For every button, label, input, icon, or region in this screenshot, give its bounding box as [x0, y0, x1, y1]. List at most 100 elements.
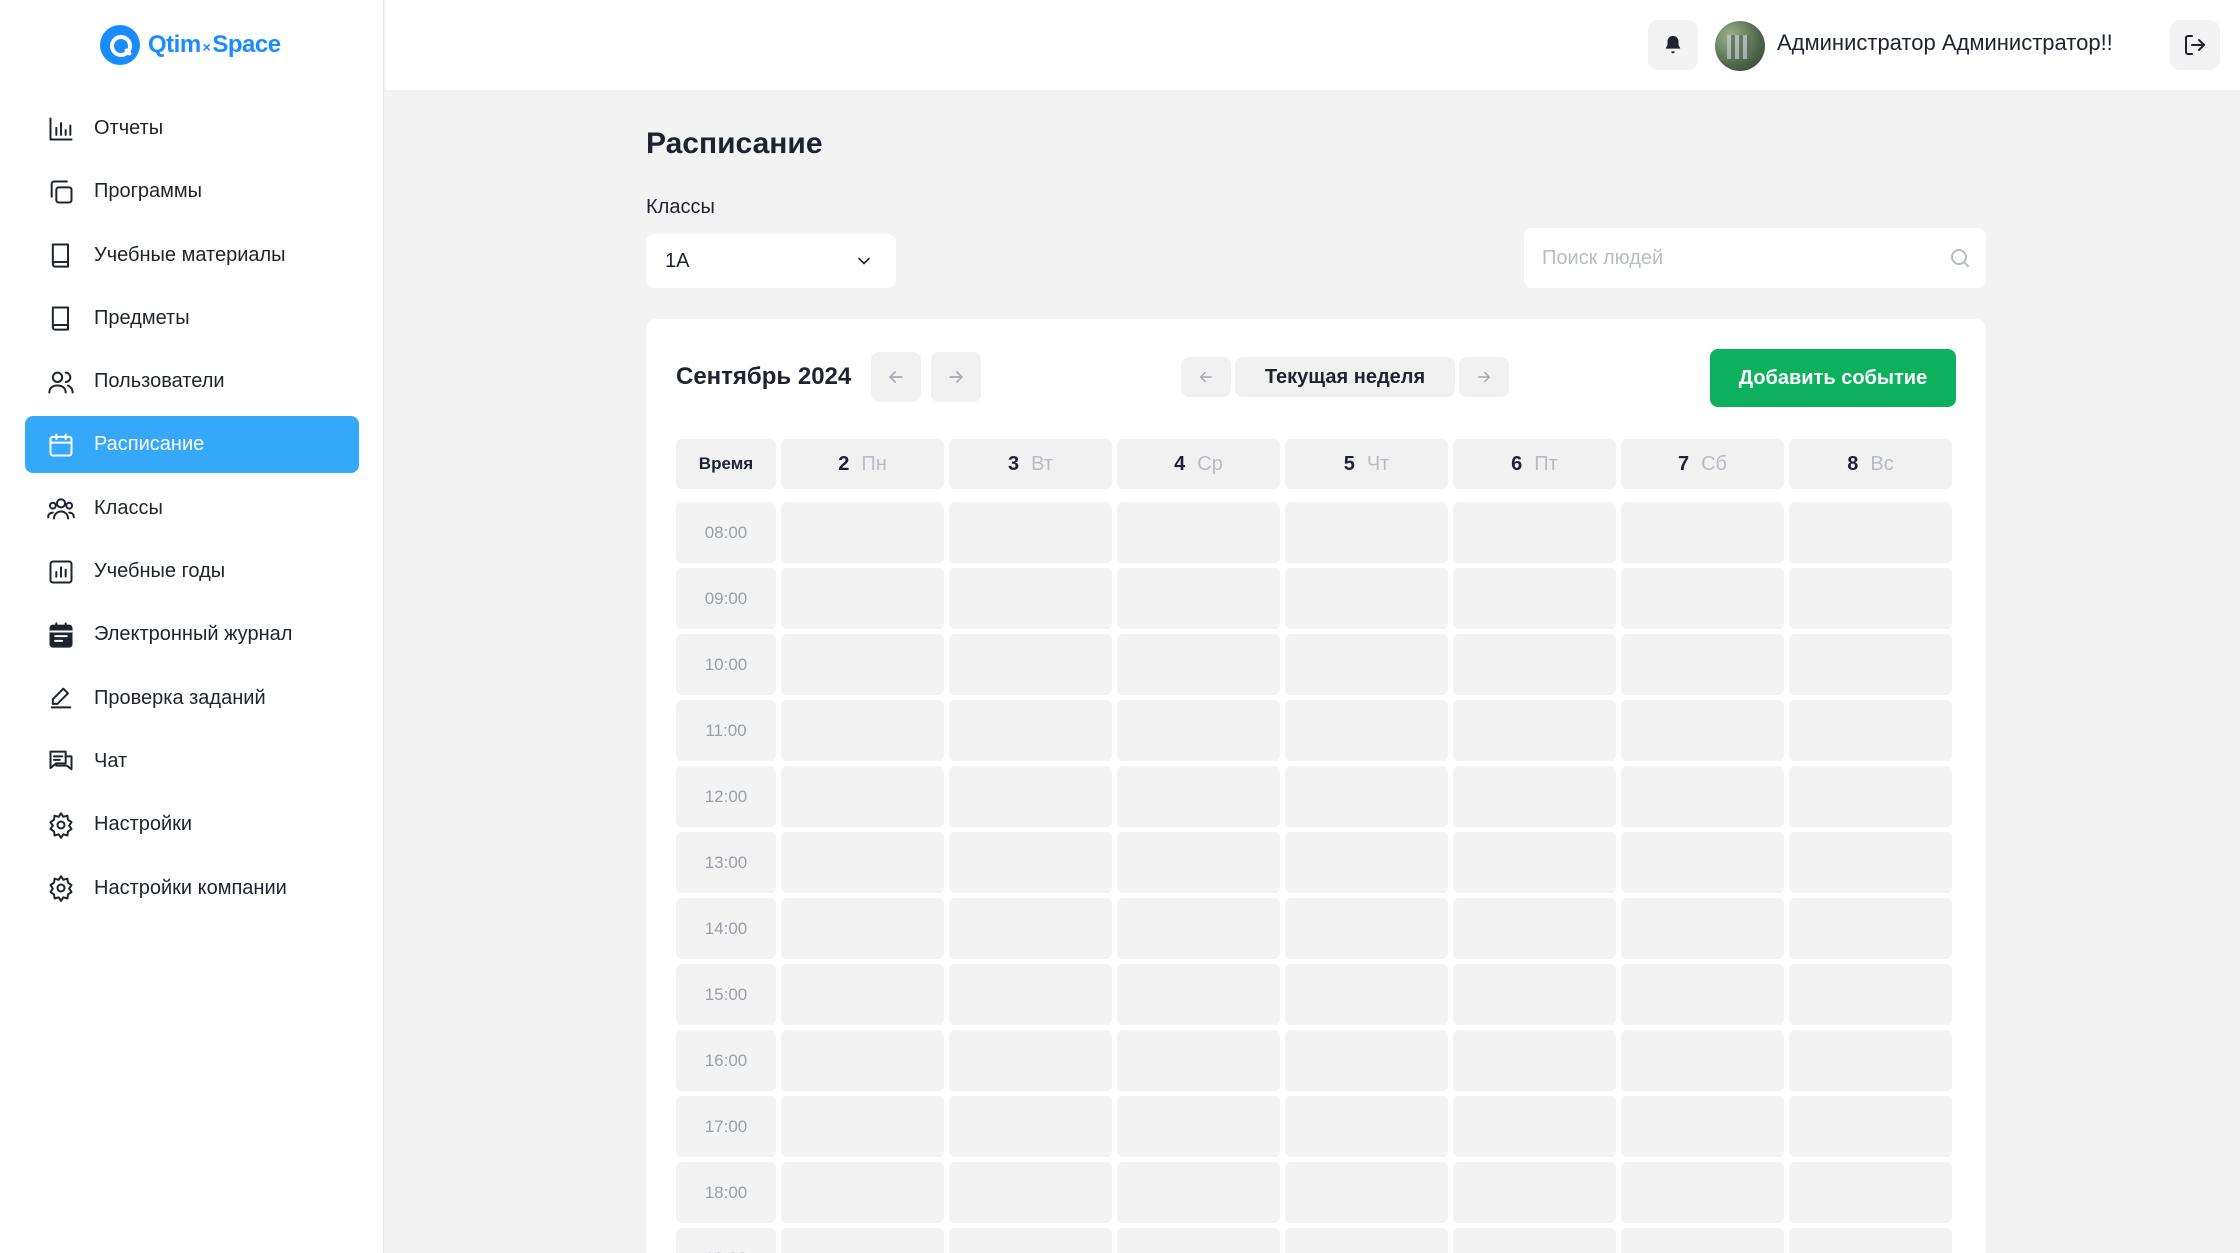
schedule-cell[interactable] [1453, 568, 1616, 629]
schedule-cell[interactable] [1789, 700, 1952, 761]
schedule-cell[interactable] [781, 832, 944, 893]
day-header[interactable]: 2 Пн [781, 439, 944, 489]
schedule-cell[interactable] [1621, 502, 1784, 563]
schedule-cell[interactable] [1285, 1030, 1448, 1091]
sidebar-item[interactable]: Классы [25, 480, 359, 537]
schedule-cell[interactable] [1621, 1228, 1784, 1253]
prev-month-button[interactable] [871, 352, 921, 402]
sidebar-item[interactable]: Отчеты [25, 100, 359, 157]
day-header[interactable]: 4 Ср [1117, 439, 1280, 489]
schedule-cell[interactable] [1285, 502, 1448, 563]
schedule-cell[interactable] [1789, 502, 1952, 563]
day-header[interactable]: 3 Вт [949, 439, 1112, 489]
schedule-cell[interactable] [1117, 964, 1280, 1025]
schedule-cell[interactable] [1789, 964, 1952, 1025]
add-event-button[interactable]: Добавить событие [1710, 349, 1956, 407]
schedule-cell[interactable] [781, 568, 944, 629]
schedule-cell[interactable] [1285, 1228, 1448, 1253]
sidebar-item[interactable]: Учебные материалы [25, 227, 359, 284]
sidebar-item[interactable]: Программы [25, 163, 359, 220]
schedule-cell[interactable] [1285, 700, 1448, 761]
schedule-cell[interactable] [1453, 1030, 1616, 1091]
schedule-cell[interactable] [781, 898, 944, 959]
schedule-cell[interactable] [1285, 964, 1448, 1025]
schedule-cell[interactable] [1621, 766, 1784, 827]
schedule-cell[interactable] [1621, 700, 1784, 761]
next-month-button[interactable] [931, 352, 981, 402]
schedule-cell[interactable] [1789, 568, 1952, 629]
schedule-cell[interactable] [1285, 1162, 1448, 1223]
schedule-cell[interactable] [1621, 1162, 1784, 1223]
current-week-button[interactable]: Текущая неделя [1235, 357, 1455, 397]
schedule-cell[interactable] [1789, 634, 1952, 695]
schedule-cell[interactable] [949, 502, 1112, 563]
schedule-cell[interactable] [1453, 634, 1616, 695]
logo[interactable]: Qtim ×Space [100, 24, 281, 66]
schedule-cell[interactable] [1621, 832, 1784, 893]
schedule-cell[interactable] [1621, 634, 1784, 695]
prev-week-button[interactable] [1181, 357, 1231, 397]
schedule-cell[interactable] [1453, 1096, 1616, 1157]
sidebar-item[interactable]: Электронный журнал [25, 606, 359, 663]
schedule-cell[interactable] [781, 964, 944, 1025]
schedule-cell[interactable] [1453, 502, 1616, 563]
schedule-cell[interactable] [1117, 1030, 1280, 1091]
day-header[interactable]: 6 Пт [1453, 439, 1616, 489]
schedule-cell[interactable] [1117, 700, 1280, 761]
schedule-cell[interactable] [1117, 898, 1280, 959]
notifications-button[interactable] [1648, 20, 1698, 70]
user-name[interactable]: Администратор Администратор!! [1777, 30, 2113, 56]
schedule-cell[interactable] [1789, 1030, 1952, 1091]
schedule-cell[interactable] [1453, 1228, 1616, 1253]
schedule-cell[interactable] [781, 700, 944, 761]
schedule-cell[interactable] [949, 832, 1112, 893]
schedule-cell[interactable] [949, 1030, 1112, 1091]
search-icon[interactable] [1948, 246, 1972, 270]
schedule-cell[interactable] [1621, 568, 1784, 629]
schedule-cell[interactable] [781, 1030, 944, 1091]
schedule-cell[interactable] [1453, 832, 1616, 893]
schedule-cell[interactable] [781, 634, 944, 695]
day-header[interactable]: 7 Сб [1621, 439, 1784, 489]
schedule-cell[interactable] [949, 1162, 1112, 1223]
schedule-cell[interactable] [1789, 1096, 1952, 1157]
sidebar-item[interactable]: Учебные годы [25, 543, 359, 600]
avatar[interactable] [1715, 21, 1765, 71]
schedule-cell[interactable] [949, 634, 1112, 695]
schedule-cell[interactable] [1789, 766, 1952, 827]
schedule-cell[interactable] [1285, 832, 1448, 893]
sidebar-item[interactable]: Настройки [25, 796, 359, 853]
schedule-cell[interactable] [1789, 1162, 1952, 1223]
sidebar-item[interactable]: Расписание [25, 416, 359, 474]
schedule-cell[interactable] [781, 766, 944, 827]
schedule-cell[interactable] [1621, 898, 1784, 959]
schedule-cell[interactable] [1789, 1228, 1952, 1253]
schedule-cell[interactable] [1453, 766, 1616, 827]
schedule-cell[interactable] [949, 964, 1112, 1025]
schedule-cell[interactable] [781, 1162, 944, 1223]
schedule-cell[interactable] [1789, 898, 1952, 959]
sidebar-item[interactable]: Чат [25, 733, 359, 790]
class-select[interactable]: 1А [646, 234, 896, 288]
schedule-cell[interactable] [1453, 898, 1616, 959]
sidebar-item[interactable]: Проверка заданий [25, 670, 359, 727]
schedule-cell[interactable] [1117, 634, 1280, 695]
schedule-cell[interactable] [949, 568, 1112, 629]
schedule-cell[interactable] [1117, 502, 1280, 563]
schedule-cell[interactable] [1285, 634, 1448, 695]
schedule-cell[interactable] [1285, 898, 1448, 959]
logout-button[interactable] [2170, 20, 2220, 70]
schedule-cell[interactable] [949, 1096, 1112, 1157]
schedule-cell[interactable] [1117, 1162, 1280, 1223]
schedule-cell[interactable] [949, 1228, 1112, 1253]
sidebar-item[interactable]: Пользователи [25, 353, 359, 410]
day-header[interactable]: 5 Чт [1285, 439, 1448, 489]
schedule-cell[interactable] [1117, 1096, 1280, 1157]
schedule-cell[interactable] [1117, 832, 1280, 893]
schedule-cell[interactable] [1117, 1228, 1280, 1253]
schedule-cell[interactable] [1285, 568, 1448, 629]
schedule-cell[interactable] [1621, 1096, 1784, 1157]
schedule-cell[interactable] [949, 766, 1112, 827]
schedule-cell[interactable] [1453, 700, 1616, 761]
schedule-cell[interactable] [781, 502, 944, 563]
